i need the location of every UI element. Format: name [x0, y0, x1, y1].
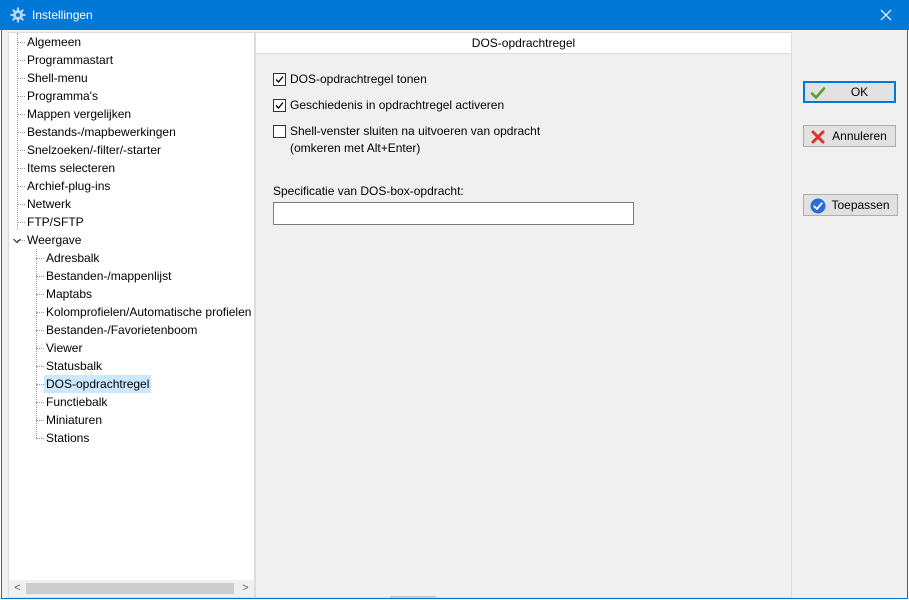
- tree-connector-line: [36, 438, 44, 439]
- tree-item[interactable]: Bestands-/mapbewerkingen: [25, 123, 178, 141]
- tree-connector-line: [17, 150, 25, 151]
- apply-button[interactable]: Toepassen: [803, 194, 898, 216]
- tree-item[interactable]: FTP/SFTP: [25, 213, 86, 231]
- close-icon: [880, 9, 892, 21]
- checkmark-icon: [275, 102, 284, 109]
- tree-subitem[interactable]: DOS-opdrachtregel: [44, 375, 152, 393]
- dosbox-command-input[interactable]: [273, 202, 634, 225]
- tree-subitem[interactable]: Statusbalk: [44, 357, 104, 375]
- tree-connector-line: [17, 114, 25, 115]
- settings-panel: DOS-opdrachtregel DOS-opdrachtregel tone…: [255, 32, 792, 598]
- tree-subitem[interactable]: Bestanden-/Favorietenboom: [44, 321, 199, 339]
- tree-connector-line: [17, 42, 25, 43]
- tree-item[interactable]: Algemeen: [25, 33, 83, 51]
- tree-connector-line: [36, 312, 44, 313]
- tree-subitem[interactable]: Viewer: [44, 339, 84, 357]
- gear-icon: [10, 7, 26, 23]
- tree-subitem[interactable]: Miniaturen: [44, 411, 104, 429]
- checkbox-label: DOS-opdrachtregel tonen: [290, 72, 427, 86]
- tree-item[interactable]: Snelzoeken/-filter/-starter: [25, 141, 163, 159]
- cancel-button-label: Annuleren: [832, 129, 887, 143]
- tree-subitem[interactable]: Adresbalk: [44, 249, 101, 267]
- tree-item[interactable]: Archief-plug-ins: [25, 177, 112, 195]
- tree-connector-line: [36, 420, 44, 421]
- tree-subitem[interactable]: Maptabs: [44, 285, 94, 303]
- tree-connector-line: [17, 132, 25, 133]
- tree-connector-line: [36, 366, 44, 367]
- ok-button[interactable]: OK: [803, 81, 896, 103]
- tree-subitem[interactable]: Kolomprofielen/Automatische profielen: [44, 303, 253, 321]
- tree-connector-line: [17, 33, 18, 229]
- checkbox-sublabel: (omkeren met Alt+Enter): [290, 141, 421, 155]
- cross-icon: [810, 129, 826, 145]
- tree-connector-line: [36, 276, 44, 277]
- checkmark-icon: [275, 76, 284, 83]
- title-bar: Instellingen: [0, 0, 909, 30]
- checkmark-icon: [810, 85, 826, 101]
- checkbox-label: Geschiedenis in opdrachtregel activeren: [290, 98, 505, 112]
- tree-connector-line: [36, 294, 44, 295]
- tree-connector-line: [36, 330, 44, 331]
- tree-connector-line: [36, 384, 44, 385]
- scroll-right-arrow-icon[interactable]: >: [237, 580, 254, 597]
- cancel-button[interactable]: Annuleren: [803, 125, 896, 147]
- window-title: Instellingen: [32, 8, 93, 22]
- tree-connector-line: [36, 249, 37, 438]
- scroll-left-arrow-icon[interactable]: <: [9, 580, 26, 597]
- checkbox-label: Shell-venster sluiten na uitvoeren van o…: [290, 124, 541, 138]
- tree-connector-line: [17, 222, 25, 223]
- tree-subitem[interactable]: Bestanden-/mappenlijst: [44, 267, 173, 285]
- chevron-down-icon[interactable]: [12, 235, 22, 245]
- scrollbar-thumb[interactable]: [26, 583, 234, 594]
- panel-title: DOS-opdrachtregel: [256, 33, 791, 54]
- tree-connector-line: [17, 78, 25, 79]
- checkbox-box[interactable]: [273, 99, 286, 112]
- close-button[interactable]: [863, 0, 909, 30]
- splitter-grip[interactable]: [390, 596, 436, 598]
- ok-button-label: OK: [850, 85, 869, 99]
- tree-subitem[interactable]: Stations: [44, 429, 91, 447]
- tree-item[interactable]: Shell-menu: [25, 69, 90, 87]
- dialog-client-area: < > Algemeen Programmastart Shell-menu Prog…: [1, 30, 908, 599]
- tree-connector-line: [17, 168, 25, 169]
- dosbox-command-label: Specificatie van DOS-box-opdracht:: [273, 184, 464, 198]
- tree-connector-line: [17, 60, 25, 61]
- tree-connector-line: [17, 204, 25, 205]
- tree-item[interactable]: Programmastart: [25, 51, 115, 69]
- settings-tree[interactable]: < > Algemeen Programmastart Shell-menu Prog…: [8, 32, 255, 598]
- tree-item[interactable]: Programma's: [25, 87, 100, 105]
- apply-button-label: Toepassen: [831, 198, 890, 212]
- tree-item[interactable]: Items selecteren: [25, 159, 117, 177]
- tree-subitem[interactable]: Functiebalk: [44, 393, 109, 411]
- tree-connector-line: [17, 96, 25, 97]
- checkbox-box[interactable]: [273, 73, 286, 86]
- tree-item[interactable]: Mappen vergelijken: [25, 105, 133, 123]
- horizontal-scrollbar[interactable]: < >: [9, 580, 254, 597]
- tree-item[interactable]: Netwerk: [25, 195, 73, 213]
- tree-connector-line: [36, 348, 44, 349]
- tree-connector-line: [36, 258, 44, 259]
- tree-connector-line: [36, 402, 44, 403]
- checkbox-box[interactable]: [273, 125, 286, 138]
- check-circle-icon: [810, 198, 826, 214]
- tree-item[interactable]: Weergave: [25, 231, 83, 249]
- tree-connector-line: [17, 186, 25, 187]
